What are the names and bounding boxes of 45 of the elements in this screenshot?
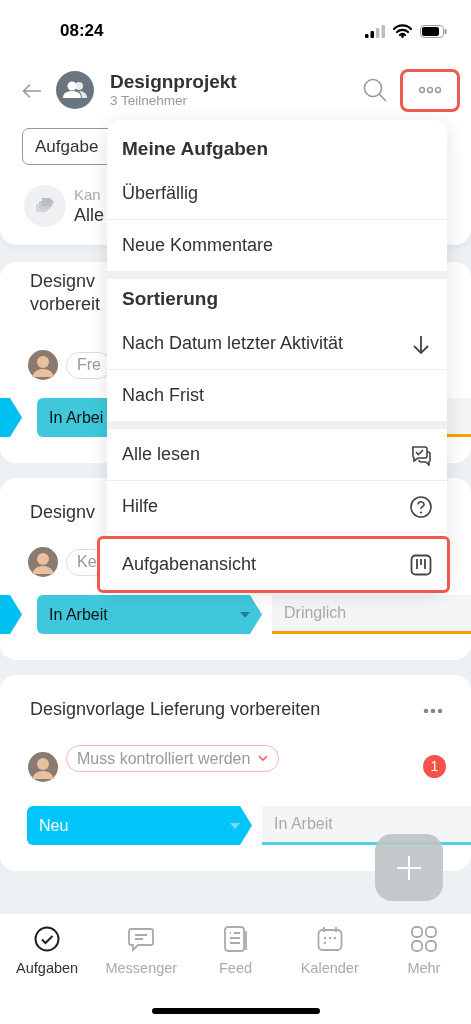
signal-icon [365,24,385,38]
more-button[interactable] [403,71,457,109]
avatar [28,547,58,577]
chat-check-icon [410,443,432,466]
group-icon [63,81,87,99]
back-arrow-icon [22,82,42,99]
avatar [28,350,58,380]
menu-item[interactable]: Nach Frist [107,370,447,421]
menu-item[interactable]: Hilfe [107,481,447,532]
menu-item[interactable]: Alle lesen [107,429,447,480]
menu-item[interactable]: Neue Kommentare [107,220,447,271]
menu-heading: Meine Aufgaben [121,137,270,161]
menu-item[interactable]: Überfällig [107,168,447,219]
avatar [28,751,58,782]
board-icon [410,553,432,576]
search-icon [363,78,387,103]
notification-badge: 1 [423,755,446,778]
task-title: Designvorlage Lieferung vorbereiten [30,698,321,721]
nav-tab[interactable]: Aufgaben [0,914,95,1024]
chat-icon [128,926,155,952]
participant-count: 3 Teilnehmer [110,93,189,109]
task-title: Designv [30,270,97,293]
help-icon [410,495,432,518]
more-icon [423,707,443,714]
menu-heading: Sortierung [121,287,220,311]
plus-icon [396,854,422,881]
task-title: Designv [30,501,96,524]
calendar-icon [316,926,343,952]
kanban-label: Kan [74,186,102,204]
battery-icon [420,24,447,38]
grid-icon [410,926,437,952]
kanban-value: Alle [74,204,104,226]
chat-title: Designprojekt [110,71,237,93]
chevron-down-icon [258,755,269,762]
more-icon [418,86,442,94]
check-circle-icon [34,926,61,952]
task-title: vorbereit [30,293,101,316]
add-button[interactable] [375,834,443,901]
stage-selector[interactable]: In Arbeit [37,595,262,634]
search-button[interactable] [363,77,387,103]
menu-item[interactable]: Nach Datum letzter Aktivität [107,318,447,369]
wifi-icon [393,24,412,38]
document-icon [222,926,249,952]
status-time: 08:24 [60,20,104,43]
menu-item[interactable]: Aufgabenansicht [100,539,447,590]
